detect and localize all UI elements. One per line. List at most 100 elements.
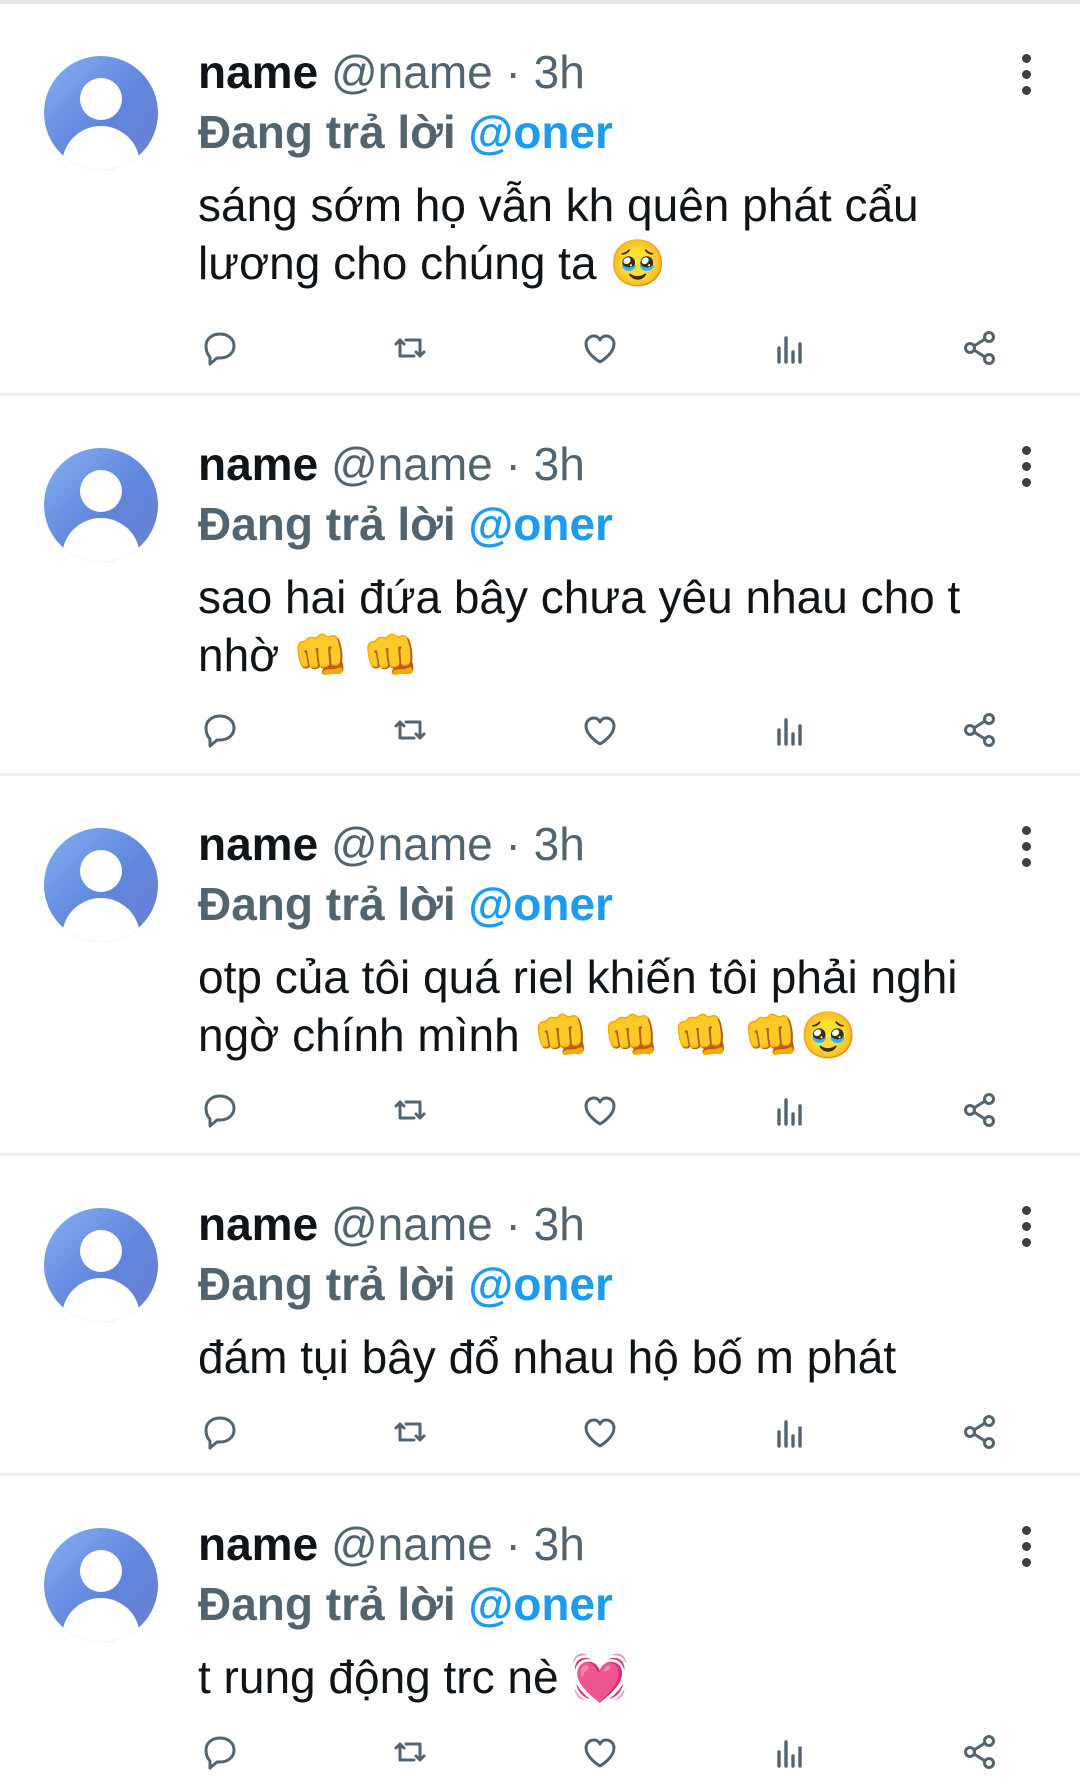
display-name[interactable]: name (198, 1518, 318, 1570)
tweet-text: sáng sớm họ vẫn kh quên phát cẩu lương c… (198, 179, 919, 289)
more-options-icon[interactable] (1020, 446, 1032, 487)
like-button[interactable] (578, 1410, 626, 1458)
retweet-button[interactable] (388, 1088, 436, 1136)
tweet-text: sao hai đứa bây chưa yêu nhau cho t nhờ … (198, 571, 961, 681)
mention-link[interactable]: @oner (468, 498, 613, 550)
avatar[interactable] (44, 828, 158, 942)
tweet-header: name @name · 3h (198, 434, 1040, 494)
tweet[interactable]: name @name · 3h Đang trả lời @oner t run… (0, 1476, 1080, 1792)
timestamp[interactable]: 3h (534, 1518, 585, 1570)
like-icon (584, 1096, 616, 1126)
display-name[interactable]: name (198, 1198, 318, 1250)
tweet-header: name @name · 3h (198, 1514, 1040, 1574)
user-handle[interactable]: @name (331, 1518, 493, 1570)
analytics-icon (777, 1420, 802, 1448)
analytics-button[interactable] (768, 1088, 816, 1136)
avatar[interactable] (44, 1208, 158, 1322)
separator-dot: · (505, 1198, 521, 1250)
reply-button[interactable] (198, 326, 246, 374)
analytics-button[interactable] (768, 326, 816, 374)
tweet-text: đám tụi bây đổ nhau hộ bố m phát (198, 1331, 897, 1383)
display-name[interactable]: name (198, 438, 318, 490)
avatar[interactable] (44, 56, 158, 170)
reply-button[interactable] (198, 1410, 246, 1458)
tweet[interactable]: name @name · 3h Đang trả lời @oner sao h… (0, 396, 1080, 776)
user-handle[interactable]: @name (331, 438, 493, 490)
retweet-button[interactable] (388, 1730, 436, 1778)
user-handle[interactable]: @name (331, 46, 493, 98)
display-name[interactable]: name (198, 46, 318, 98)
share-button[interactable] (958, 708, 1006, 756)
action-bar (198, 1410, 1018, 1458)
retweet-icon (394, 1422, 426, 1442)
tweet-text: t rung động trc nè 💓 (198, 1651, 629, 1703)
mention-link[interactable]: @oner (468, 106, 613, 158)
mention-link[interactable]: @oner (468, 878, 613, 930)
analytics-button[interactable] (768, 1730, 816, 1778)
tweet-header: name @name · 3h (198, 42, 1040, 102)
share-button[interactable] (958, 1730, 1006, 1778)
reply-prefix: Đang trả lời (198, 498, 456, 550)
reply-prefix: Đang trả lời (198, 106, 456, 158)
mention-link[interactable]: @oner (468, 1258, 613, 1310)
timestamp[interactable]: 3h (534, 438, 585, 490)
retweet-icon (394, 1742, 426, 1762)
replying-to: Đang trả lời @oner (198, 874, 1040, 934)
retweet-icon (394, 1100, 426, 1120)
separator-dot: · (505, 818, 521, 870)
replying-to: Đang trả lời @oner (198, 1574, 1040, 1634)
mention-link[interactable]: @oner (468, 1578, 613, 1630)
reply-button[interactable] (198, 708, 246, 756)
like-button[interactable] (578, 326, 626, 374)
tweet-feed: name @name · 3h Đang trả lời @oner sáng … (0, 0, 1080, 1792)
analytics-icon (777, 718, 802, 746)
replying-to: Đang trả lời @oner (198, 494, 1040, 554)
display-name[interactable]: name (198, 818, 318, 870)
action-bar (198, 708, 1018, 756)
tweet[interactable]: name @name · 3h Đang trả lời @oner đám t… (0, 1156, 1080, 1476)
more-options-icon[interactable] (1020, 54, 1032, 95)
more-options-icon[interactable] (1020, 826, 1032, 867)
more-options-icon[interactable] (1020, 1206, 1032, 1247)
timestamp[interactable]: 3h (534, 46, 585, 98)
retweet-button[interactable] (388, 326, 436, 374)
reply-button[interactable] (198, 1730, 246, 1778)
like-button[interactable] (578, 1088, 626, 1136)
replying-to: Đang trả lời @oner (198, 1254, 1040, 1314)
share-icon (964, 331, 995, 365)
reply-icon (204, 332, 236, 366)
like-icon (584, 716, 616, 746)
analytics-button[interactable] (768, 1410, 816, 1458)
separator-dot: · (505, 46, 521, 98)
reply-prefix: Đang trả lời (198, 1578, 456, 1630)
reply-icon (204, 1416, 236, 1450)
share-button[interactable] (958, 1088, 1006, 1136)
share-icon (964, 1735, 995, 1769)
user-handle[interactable]: @name (331, 818, 493, 870)
share-icon (964, 1093, 995, 1127)
retweet-button[interactable] (388, 708, 436, 756)
share-button[interactable] (958, 1410, 1006, 1458)
share-button[interactable] (958, 326, 1006, 374)
like-button[interactable] (578, 708, 626, 756)
timestamp[interactable]: 3h (534, 1198, 585, 1250)
like-icon (584, 334, 616, 364)
user-handle[interactable]: @name (331, 1198, 493, 1250)
retweet-button[interactable] (388, 1410, 436, 1458)
analytics-button[interactable] (768, 708, 816, 756)
avatar[interactable] (44, 1528, 158, 1642)
timestamp[interactable]: 3h (534, 818, 585, 870)
avatar[interactable] (44, 448, 158, 562)
analytics-icon (777, 336, 802, 364)
reply-button[interactable] (198, 1088, 246, 1136)
separator-dot: · (505, 438, 521, 490)
more-options-icon[interactable] (1020, 1526, 1032, 1567)
tweet[interactable]: name @name · 3h Đang trả lời @oner sáng … (0, 4, 1080, 396)
replying-to: Đang trả lời @oner (198, 102, 1040, 162)
like-button[interactable] (578, 1730, 626, 1778)
tweet-header: name @name · 3h (198, 814, 1040, 874)
tweet[interactable]: name @name · 3h Đang trả lời @oner otp c… (0, 776, 1080, 1156)
analytics-icon (777, 1740, 802, 1768)
retweet-icon (394, 720, 426, 740)
share-icon (964, 1415, 995, 1449)
